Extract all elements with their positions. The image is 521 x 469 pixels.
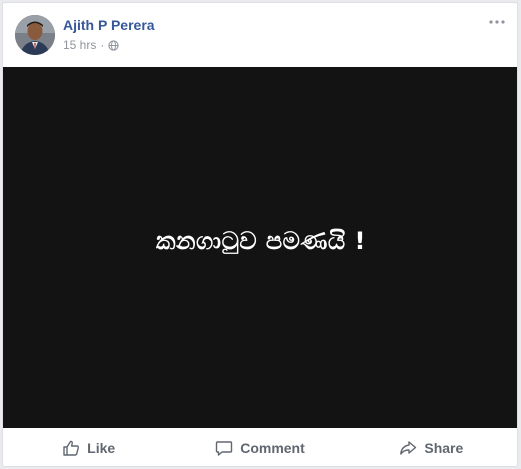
post-header: Ajith P Perera 15 hrs · [3,3,517,69]
post-time[interactable]: 15 hrs [63,38,96,52]
post-meta: 15 hrs · [63,38,119,52]
share-button[interactable]: Share [346,439,517,457]
post-card: Ajith P Perera 15 hrs · කනගාටුව පමණයි ! [2,2,518,467]
post-image-text: කනගාටුව පමණයි ! [156,227,366,255]
meta-separator: · [100,38,105,52]
post-image[interactable]: කනගාටුව පමණයි ! [3,67,517,428]
author-name[interactable]: Ajith P Perera [63,17,155,33]
globe-icon[interactable] [108,39,119,51]
comment-label: Comment [240,440,305,456]
share-icon [400,441,417,455]
like-label: Like [87,440,116,456]
author-avatar[interactable] [15,15,55,55]
comment-button[interactable]: Comment [174,439,345,457]
share-label: Share [424,440,464,456]
action-bar: Like Comment Share [3,428,517,466]
thumbs-up-icon [63,440,80,456]
like-button[interactable]: Like [3,439,174,457]
comment-icon [216,441,233,456]
more-options-icon[interactable] [487,15,507,29]
